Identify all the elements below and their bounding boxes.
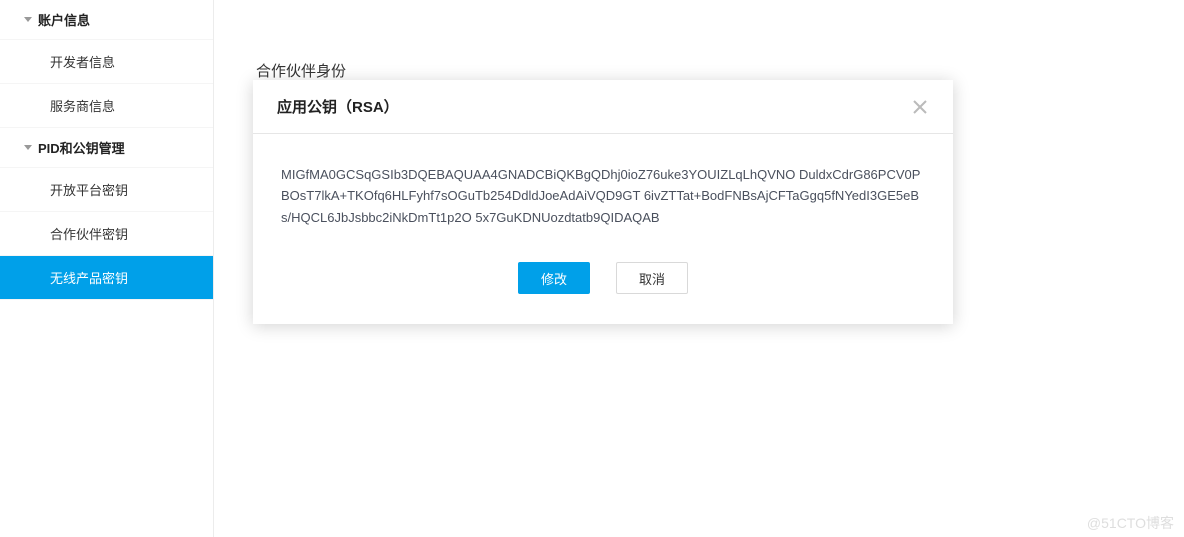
sidebar-item-label: 无线产品密钥 xyxy=(50,268,128,287)
modal-rsa-public-key: 应用公钥（RSA） MIGfMA0GCSqGSIb3DQEBAQUAA4GNAD… xyxy=(253,80,953,324)
sidebar-section-account[interactable]: 账户信息 xyxy=(0,0,213,40)
modal-body-key-text: MIGfMA0GCSqGSIb3DQEBAQUAA4GNADCBiQKBgQDh… xyxy=(253,134,953,240)
sidebar-item-service-provider-info[interactable]: 服务商信息 xyxy=(0,84,213,128)
watermark: @51CTO博客 xyxy=(1087,513,1174,533)
sidebar-item-label: 开放平台密钥 xyxy=(50,180,128,199)
cancel-button[interactable]: 取消 xyxy=(616,262,688,294)
sidebar-section-title: PID和公钥管理 xyxy=(38,138,125,157)
sidebar-item-label: 合作伙伴密钥 xyxy=(50,224,128,243)
modal-header: 应用公钥（RSA） xyxy=(253,80,953,134)
sidebar: 账户信息 开发者信息 服务商信息 PID和公钥管理 开放平台密钥 合作伙伴密钥 … xyxy=(0,0,214,537)
sidebar-section-title: 账户信息 xyxy=(38,10,90,29)
close-icon[interactable] xyxy=(911,98,929,116)
sidebar-item-open-platform-key[interactable]: 开放平台密钥 xyxy=(0,168,213,212)
page-title: 合作伙伴身份 xyxy=(256,60,1144,81)
button-label: 取消 xyxy=(639,269,665,288)
chevron-down-icon xyxy=(24,17,32,22)
sidebar-item-wireless-product-key[interactable]: 无线产品密钥 xyxy=(0,256,213,300)
button-label: 修改 xyxy=(541,269,567,288)
x-icon xyxy=(913,100,927,114)
modify-button[interactable]: 修改 xyxy=(518,262,590,294)
modal-footer: 修改 取消 xyxy=(253,240,953,324)
sidebar-item-label: 服务商信息 xyxy=(50,96,115,115)
sidebar-item-developer-info[interactable]: 开发者信息 xyxy=(0,40,213,84)
modal-title: 应用公钥（RSA） xyxy=(277,96,399,117)
sidebar-item-label: 开发者信息 xyxy=(50,52,115,71)
sidebar-item-partner-key[interactable]: 合作伙伴密钥 xyxy=(0,212,213,256)
chevron-down-icon xyxy=(24,145,32,150)
sidebar-section-pid-key[interactable]: PID和公钥管理 xyxy=(0,128,213,168)
